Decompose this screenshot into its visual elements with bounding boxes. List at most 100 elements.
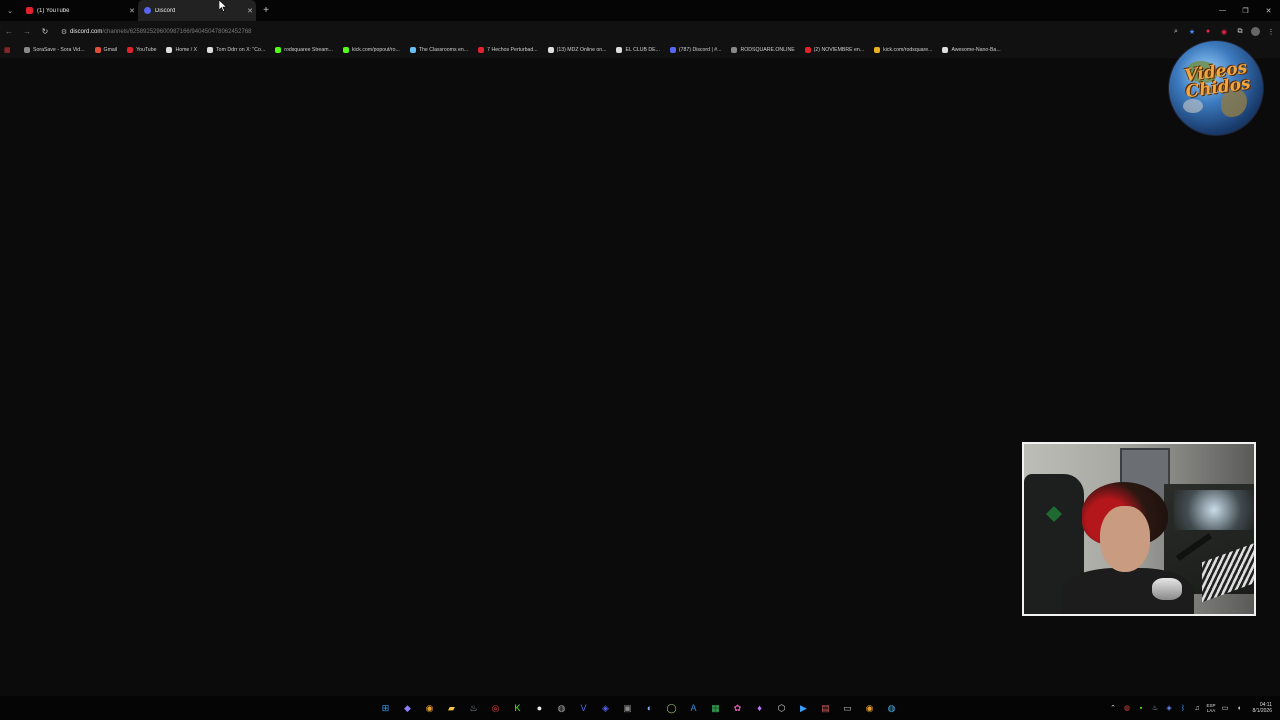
bookmark-item[interactable]: rodsquaree Stream...	[275, 47, 333, 53]
discord-icon	[669, 47, 676, 53]
forward-icon[interactable]: →	[18, 21, 36, 42]
bookmark-label: Home / X	[175, 47, 198, 53]
volume-icon[interactable]: ◖	[1235, 705, 1244, 712]
reload-icon[interactable]: ↻	[36, 21, 54, 42]
url-path: /channels/625892529600987166/94045047806…	[102, 28, 252, 35]
kick-icon	[275, 47, 282, 53]
app-gray-icon[interactable]: ◍	[554, 701, 569, 716]
app-globe-icon[interactable]: ◍	[884, 701, 899, 716]
bookmark-item[interactable]: kick.com/rodsquare...	[874, 47, 932, 53]
tab-search-chevron-icon[interactable]: ⌄	[0, 0, 20, 21]
app-green-box-icon[interactable]: ▦	[708, 701, 723, 716]
bookmark-label: Awesome-Nano-Ba...	[951, 47, 1001, 53]
app-photo-icon[interactable]: ▤	[818, 701, 833, 716]
close-window-icon[interactable]: ✕	[1257, 0, 1280, 21]
tray-steam-icon[interactable]: ♨	[1151, 704, 1160, 712]
back-icon[interactable]: ←	[0, 21, 18, 42]
globe-icon	[24, 47, 30, 53]
chevron-up-icon[interactable]: ⌃	[1109, 704, 1118, 712]
app-white-icon[interactable]: ●	[532, 701, 547, 716]
apps-grid-icon[interactable]: ▦	[4, 46, 18, 54]
site-info-icon[interactable]: ⚙	[58, 28, 70, 36]
language-indicator[interactable]: ESP LAA	[1207, 703, 1216, 713]
zoom-icon[interactable]: ⌕	[1171, 27, 1181, 37]
bookmark-label: YouTube	[136, 47, 157, 53]
bookmark-item[interactable]: YouTube	[127, 47, 156, 53]
app-a-icon[interactable]: A	[686, 701, 701, 716]
restore-icon[interactable]: ❐	[1234, 0, 1257, 21]
minimize-icon[interactable]: —	[1211, 0, 1234, 21]
network-icon[interactable]: ▭	[1221, 704, 1230, 712]
address-bar[interactable]: ⚙ discord.com /channels/6258925296009871…	[58, 24, 1158, 39]
bookmark-label: (2) NOVIEMBRE en...	[813, 47, 865, 53]
bookmark-item[interactable]: SoraSave - Sora Vid...	[24, 47, 85, 53]
close-icon[interactable]: ✕	[244, 7, 256, 15]
bookmark-item[interactable]: (787) Discord | #...	[669, 47, 722, 53]
app-green-circle-icon[interactable]: ◯	[664, 701, 679, 716]
bookmarks-bar: ▦ SoraSave - Sora Vid... Gmail YouTube Home…	[0, 42, 1280, 58]
menu-kebab-icon[interactable]: ⋮	[1266, 27, 1276, 37]
bookmark-label: Gmail	[103, 47, 118, 53]
terminal-icon[interactable]: ▭	[840, 701, 855, 716]
youtube-icon	[478, 47, 485, 53]
mic-icon[interactable]: ♫	[1193, 705, 1202, 712]
bookmark-item[interactable]: kick.com/popout/ro...	[342, 47, 400, 53]
app-gem-icon[interactable]: ♦	[752, 701, 767, 716]
new-tab-button[interactable]: +	[258, 5, 274, 16]
close-icon[interactable]: ✕	[126, 7, 138, 15]
vegas-icon[interactable]: V	[576, 701, 591, 716]
tray-app-icon[interactable]: ◍	[1123, 704, 1132, 712]
extensions-puzzle-icon[interactable]: ⧉	[1235, 27, 1245, 37]
extension-red-icon[interactable]: ●	[1203, 27, 1213, 37]
app-blue-circle-icon[interactable]: ◐	[642, 701, 657, 716]
tab-youtube[interactable]: (1) YouTube ✕	[20, 0, 138, 21]
file-explorer-icon[interactable]: ▰	[444, 701, 459, 716]
clock-date: 8/1/2026	[1252, 708, 1272, 714]
discord-icon	[144, 7, 151, 14]
tab-discord[interactable]: Discord ✕	[138, 0, 256, 21]
bluetooth-icon[interactable]: ᛒ	[1179, 705, 1188, 712]
x-icon	[547, 47, 554, 53]
bookmark-item[interactable]: Home / X	[166, 47, 197, 53]
bookmark-item[interactable]: The Classrooms en...	[409, 47, 468, 53]
app-box-icon[interactable]: ▣	[620, 701, 635, 716]
app-blue-icon[interactable]: ▶	[796, 701, 811, 716]
profile-avatar[interactable]	[1251, 27, 1260, 36]
windows-taskbar: ⊞ ◆ ◉ ▰ ♨ ◎ K ● ◍ V ◈ ▣ ◐ ◯ A ▦ ✿ ♦ ⬡ ▶ ▤ ▭ ◉ ◍ ⌃ ◍ ▪ ♨ ◈ ᛒ ♫ E…	[0, 696, 1280, 720]
system-tray: ⌃ ◍ ▪ ♨ ◈ ᛒ ♫ ESP LAA ▭ ◖ 04:11 8/1/2026	[1109, 696, 1272, 720]
bookmark-item[interactable]: (13) MDZ Online on...	[547, 47, 606, 53]
tab-title: Discord	[155, 7, 176, 14]
tray-green-icon[interactable]: ▪	[1137, 705, 1146, 712]
lang-bottom: LAA	[1206, 708, 1216, 713]
browser-toolbar: ← → ↻ ⚙ discord.com /channels/6258925296…	[0, 21, 1280, 42]
bookmark-item[interactable]: RODSQUARE.ONLINE	[731, 47, 795, 53]
steam-icon[interactable]: ♨	[466, 701, 481, 716]
windows-start-icon[interactable]: ⊞	[378, 701, 393, 716]
bookmark-label: (787) Discord | #...	[678, 47, 722, 53]
app-color-icon[interactable]: ✿	[730, 701, 745, 716]
generic-icon	[874, 47, 881, 53]
chrome-icon[interactable]: ◉	[422, 701, 437, 716]
discord-icon[interactable]: ◈	[598, 701, 613, 716]
copilot-icon[interactable]: ◆	[400, 701, 415, 716]
bookmark-item[interactable]: (2) NOVIEMBRE en...	[804, 47, 865, 53]
bookmark-label: RODSQUARE.ONLINE	[740, 47, 795, 53]
tray-discord-icon[interactable]: ◈	[1165, 704, 1174, 712]
bookmark-item[interactable]: 7 Hechos Perturbad...	[478, 47, 538, 53]
clock[interactable]: 04:11 8/1/2026	[1253, 702, 1272, 714]
bookmark-item[interactable]: Gmail	[94, 47, 118, 53]
bookmark-item[interactable]: Awesome-Nano-Ba...	[942, 47, 1001, 53]
window-controls: — ❐ ✕	[1211, 0, 1280, 21]
youtube-icon	[127, 47, 134, 53]
bookmark-item[interactable]: EL CLUB DE...	[616, 47, 660, 53]
url-host: discord.com	[70, 28, 103, 35]
kick-icon[interactable]: K	[510, 701, 525, 716]
app-cube-icon[interactable]: ⬡	[774, 701, 789, 716]
bookmark-label: Tom Ddrr on X: "Co...	[216, 47, 266, 53]
bookmark-item[interactable]: Tom Ddrr on X: "Co...	[207, 47, 265, 53]
bookmark-star-icon[interactable]: ★	[1187, 27, 1197, 37]
gmail-icon	[94, 47, 101, 53]
chrome-2-icon[interactable]: ◉	[862, 701, 877, 716]
extension-record-icon[interactable]: ◉	[1219, 27, 1229, 37]
app-red-icon[interactable]: ◎	[488, 701, 503, 716]
